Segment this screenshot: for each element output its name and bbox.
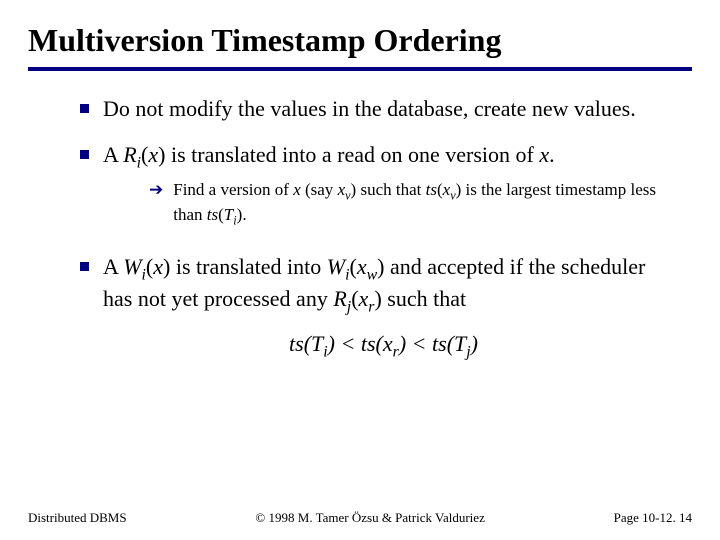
t: ( <box>350 254 357 279</box>
t: ) <box>471 331 478 356</box>
t: . <box>549 142 555 167</box>
footer-left: Distributed DBMS <box>28 510 127 526</box>
t: ts <box>207 205 218 224</box>
t: ts <box>426 180 437 199</box>
square-bullet-icon <box>80 262 89 271</box>
bullet-3-text: A Wi(x) is translated into Wi(xw) and ac… <box>103 253 664 362</box>
t: R <box>123 142 136 167</box>
t: x <box>357 254 367 279</box>
t: < <box>335 331 361 356</box>
t: (say <box>301 180 338 199</box>
t: T <box>224 205 233 224</box>
t: < <box>406 331 432 356</box>
footer-center: © 1998 M. Tamer Özsu & Patrick Valduriez <box>255 510 484 526</box>
bullet-2-sub: ➔ Find a version of x (say xv) such that… <box>149 179 664 230</box>
t: W <box>327 254 345 279</box>
t: R <box>333 286 346 311</box>
t: ) such that <box>351 180 426 199</box>
t: ts <box>361 331 376 356</box>
t: x <box>539 142 549 167</box>
t: x <box>338 180 346 199</box>
footer: Distributed DBMS © 1998 M. Tamer Özsu & … <box>0 510 720 526</box>
bullet-1: Do not modify the values in the database… <box>80 95 664 123</box>
t: A <box>103 142 123 167</box>
t: x <box>383 331 393 356</box>
t: is translated into <box>170 254 326 279</box>
t: ( <box>376 331 383 356</box>
t: T <box>454 331 466 356</box>
t: ( <box>351 286 358 311</box>
t: x <box>148 142 158 167</box>
slide: Multiversion Timestamp Ordering Do not m… <box>0 0 720 540</box>
t: x <box>293 180 301 199</box>
bullet-2: A Ri(x) is translated into a read on one… <box>80 141 664 236</box>
t: ts <box>432 331 447 356</box>
bullet-2-sub-text: Find a version of x (say xv) such that t… <box>173 179 664 230</box>
t: x <box>153 254 163 279</box>
t: ) <box>328 331 335 356</box>
bullet-2-text: A Ri(x) is translated into a read on one… <box>103 141 664 236</box>
bullet-list: Do not modify the values in the database… <box>28 95 692 362</box>
t: ( <box>447 331 454 356</box>
t: ) <box>374 286 381 311</box>
t: W <box>123 254 141 279</box>
t: A <box>103 254 123 279</box>
t: Find a version of <box>173 180 293 199</box>
t: ( <box>304 331 311 356</box>
t: T <box>311 331 323 356</box>
t: x <box>359 286 369 311</box>
t: w <box>367 267 378 284</box>
square-bullet-icon <box>80 150 89 159</box>
inequality: ts(Ti) < ts(xr) < ts(Tj) <box>103 330 664 362</box>
title-rule <box>28 67 692 71</box>
bullet-1-text: Do not modify the values in the database… <box>103 95 664 123</box>
page-title: Multiversion Timestamp Ordering <box>28 22 692 59</box>
t: is translated into a read on one version… <box>165 142 539 167</box>
bullet-3: A Wi(x) is translated into Wi(xw) and ac… <box>80 253 664 362</box>
arrow-icon: ➔ <box>149 179 163 201</box>
footer-right: Page 10-12. 14 <box>614 510 692 526</box>
t: ts <box>289 331 304 356</box>
square-bullet-icon <box>80 104 89 113</box>
t: such that <box>382 286 466 311</box>
t: . <box>242 205 246 224</box>
